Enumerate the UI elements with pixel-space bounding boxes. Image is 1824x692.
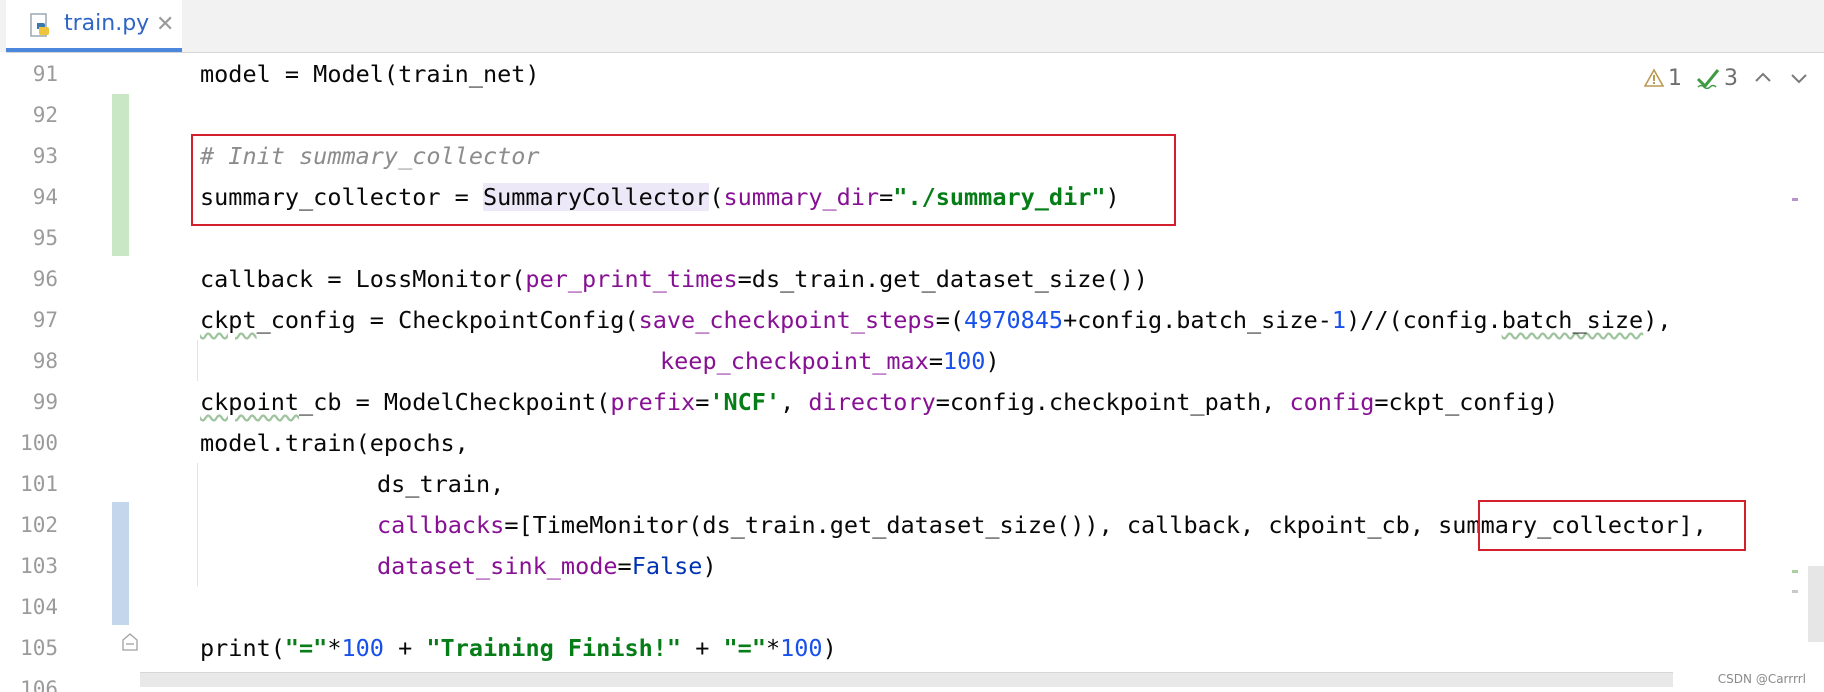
code-param: per_print_times [525,265,738,293]
code-param: config [1289,388,1375,416]
line-number: 101 [20,472,58,496]
line-number: 99 [32,390,58,414]
warning-count[interactable]: 1 [1644,66,1682,91]
code-string: "Training Finish!" [426,634,682,662]
line-number: 106 [20,677,58,692]
error-stripe-marker[interactable] [1792,198,1798,201]
editor-tab-bar: train.py ✕ [0,0,1824,53]
warning-count-value: 1 [1668,65,1682,91]
vertical-scrollbar-thumb[interactable] [1808,566,1824,642]
line-number: 98 [32,349,58,373]
code-text: ) [702,552,717,580]
code-text: =ds_train.get_dataset_size()) [737,265,1148,293]
code-text: ds_train, [377,470,505,498]
close-icon[interactable]: ✕ [156,12,174,37]
code-text: _cb = ModelCheckpoint( [299,388,611,416]
warning-icon [1644,68,1664,87]
line-number: 96 [32,267,58,291]
code-number: 100 [942,347,986,375]
vcs-added-marker[interactable] [112,94,129,256]
code-text: batch_size [1501,306,1644,334]
code-text: + [681,634,724,662]
code-number: 4970845 [964,306,1064,334]
code-param: save_checkpoint_steps [638,306,936,334]
line-number: 105 [20,636,58,660]
code-text: =[TimeMonitor(ds_train.get_dataset_size(… [504,511,1439,539]
line-number: 100 [20,431,58,455]
line-number: 91 [32,62,58,86]
code-line-97[interactable]: ckpt_config = CheckpointConfig(save_chec… [200,300,1671,341]
code-text: + [383,634,427,662]
weak-warning-count-value: 3 [1724,65,1738,91]
line-number: 103 [20,554,58,578]
code-line-98[interactable]: keep_checkpoint_max=100) [660,341,1000,382]
error-stripe-marker[interactable] [1792,590,1798,593]
fold-marker-icon[interactable] [121,632,139,652]
code-text: =config.checkpoint_path, [935,388,1290,416]
highlight-box-summary-collector-callback [1478,500,1746,551]
code-number: 100 [780,634,823,662]
code-text: = [617,552,632,580]
code-number: 100 [341,634,384,662]
vcs-modified-marker[interactable] [112,502,129,625]
watermark: CSDN @Carrrrl [1717,672,1806,686]
code-param: directory [808,388,936,416]
line-number: 102 [20,513,58,537]
code-text: * [327,634,342,662]
code-text: ), [1643,306,1672,334]
error-stripe-marker[interactable] [1792,570,1798,573]
code-text: +config.batch_size- [1063,306,1332,334]
horizontal-scrollbar[interactable] [140,672,1673,687]
code-line-103[interactable]: dataset_sink_mode=False) [377,546,717,587]
code-text: model.train(epochs, [200,429,469,457]
code-text: , [780,388,809,416]
code-text: =ckpt_config) [1374,388,1559,416]
code-param: dataset_sink_mode [377,552,618,580]
code-line-105[interactable]: print("="*100 + "Training Finish!" + "="… [200,628,837,669]
tab-train-py[interactable]: train.py ✕ [6,0,182,52]
line-number: 93 [32,144,58,168]
code-line-100[interactable]: model.train(epochs, [200,423,469,464]
code-text: ) [822,634,837,662]
indent-guide [197,340,198,381]
chevron-up-icon[interactable] [1752,67,1774,89]
code-text: * [765,634,781,662]
line-number: 104 [20,595,58,619]
code-text: model = Model(train_net) [200,60,540,88]
code-text: callback = LossMonitor( [200,265,526,293]
code-param: callbacks [377,511,505,539]
code-text: _config = CheckpointConfig( [256,306,639,334]
code-keyword: False [631,552,703,580]
code-string: 'NCF' [709,388,781,416]
line-number: 94 [32,185,58,209]
code-text: ckpoint [200,388,300,416]
code-text: ) [985,347,1000,375]
code-param: prefix [610,388,696,416]
code-line-101[interactable]: ds_train, [377,464,504,505]
line-number: 97 [32,308,58,332]
code-text: ckpt [200,306,257,334]
indent-guide [197,463,198,586]
code-line-96[interactable]: callback = LossMonitor(per_print_times=d… [200,259,1148,300]
weak-warning-icon [1696,69,1720,89]
line-number: 95 [32,226,58,250]
chevron-down-icon[interactable] [1788,67,1810,89]
highlight-box-summary-collector-init [191,134,1176,226]
code-text: = [695,388,710,416]
code-param: keep_checkpoint_max [660,347,929,375]
line-number: 92 [32,103,58,127]
code-text: )//(config. [1346,306,1502,334]
code-text: =( [935,306,965,334]
code-text: = [928,347,943,375]
code-line-91[interactable]: model = Model(train_net) [200,54,540,95]
code-text: print( [200,634,285,662]
code-string: "=" [723,634,766,662]
weak-warning-count[interactable]: 3 [1696,66,1738,91]
tab-title: train.py [64,11,150,36]
code-line-99[interactable]: ckpoint_cb = ModelCheckpoint(prefix='NCF… [200,382,1558,423]
code-string: "=" [284,634,328,662]
inspection-widget[interactable]: 1 3 [1644,62,1810,94]
python-file-icon [30,13,49,37]
code-number: 1 [1331,306,1347,334]
